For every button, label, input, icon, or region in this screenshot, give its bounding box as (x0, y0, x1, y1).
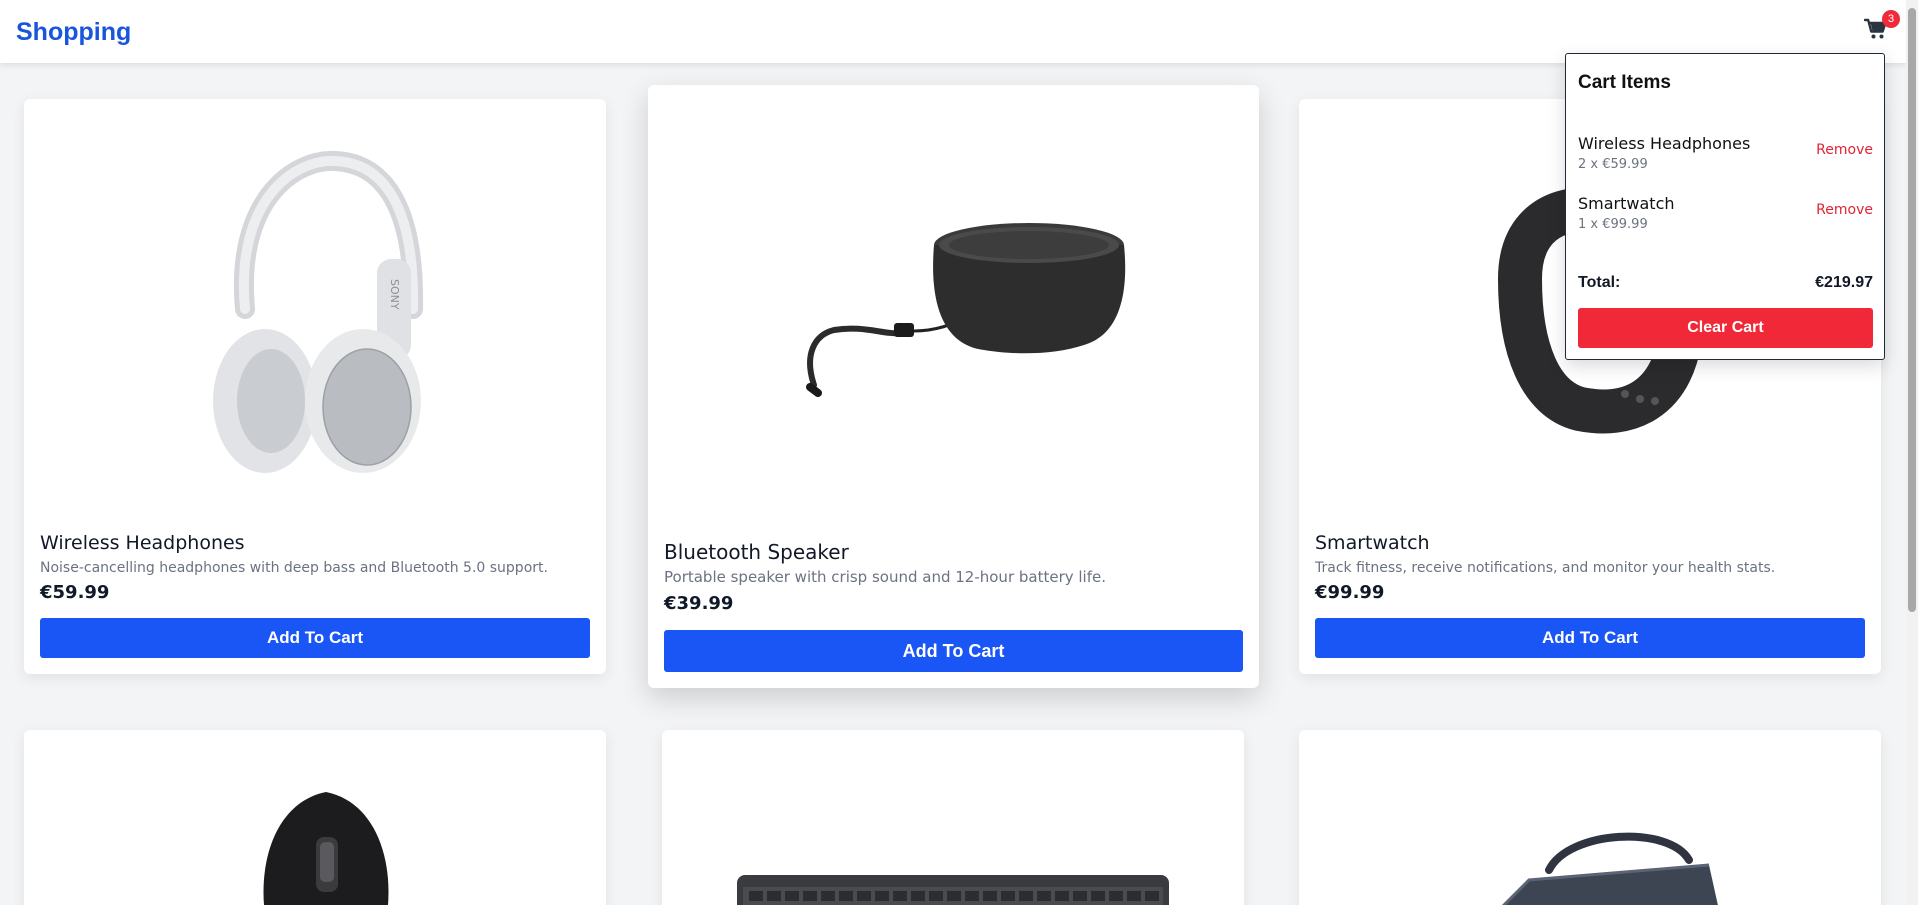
cart-button[interactable]: 3 (1862, 10, 1900, 44)
page-scrollbar[interactable] (1906, 0, 1918, 905)
mouse-image (263, 792, 389, 905)
total-value: €219.97 (1815, 274, 1873, 291)
product-price: €39.99 (664, 593, 734, 614)
cart-title: Cart Items (1578, 72, 1671, 93)
keyboard-image (737, 875, 1169, 905)
product-card: Bluetooth Speaker Portable speaker with … (648, 85, 1259, 688)
scrollbar-thumb[interactable] (1908, 8, 1916, 612)
product-image (648, 85, 1259, 525)
product-image: SONY (24, 99, 606, 519)
cart-item-name: Wireless Headphones (1578, 134, 1751, 153)
remove-item-button[interactable]: Remove (1816, 142, 1873, 158)
product-price: €59.99 (40, 582, 110, 603)
cart-total-row: Total: €219.97 (1578, 274, 1873, 296)
product-card (24, 730, 606, 905)
product-description: Portable speaker with crisp sound and 12… (664, 568, 1107, 586)
total-label: Total: (1578, 274, 1621, 291)
cart-dropdown: Cart Items Wireless Headphones 2 x €59.9… (1565, 53, 1885, 360)
add-to-cart-button[interactable]: Add To Cart (664, 630, 1243, 672)
brand-logo[interactable]: Shopping (16, 18, 131, 47)
cart-item: Smartwatch 1 x €99.99 Remove (1578, 194, 1873, 238)
cart-item: Wireless Headphones 2 x €59.99 Remove (1578, 134, 1873, 178)
cart-count-badge: 3 (1882, 10, 1900, 28)
product-title: Wireless Headphones (40, 532, 245, 554)
cart-item-quantity: 2 x €59.99 (1578, 157, 1648, 172)
clear-cart-button[interactable]: Clear Cart (1578, 308, 1873, 348)
add-to-cart-button[interactable]: Add To Cart (1315, 618, 1865, 658)
headphones-image: SONY (213, 150, 424, 473)
product-title: Smartwatch (1315, 532, 1430, 554)
usb-hub-image (1501, 832, 1718, 905)
product-card (1299, 730, 1881, 905)
cart-item-quantity: 1 x €99.99 (1578, 217, 1648, 232)
speaker-image (805, 223, 1125, 397)
product-title: Bluetooth Speaker (664, 540, 849, 564)
product-card: SONY Wireless Headphones Noise-cancellin… (24, 99, 606, 674)
add-to-cart-button[interactable]: Add To Cart (40, 618, 590, 658)
product-description: Track fitness, receive notifications, an… (1315, 560, 1776, 576)
svg-text:SONY: SONY (388, 279, 401, 310)
product-card (662, 730, 1244, 905)
cart-item-name: Smartwatch (1578, 194, 1675, 213)
remove-item-button[interactable]: Remove (1816, 202, 1873, 218)
product-price: €99.99 (1315, 582, 1385, 603)
product-description: Noise-cancelling headphones with deep ba… (40, 560, 548, 576)
